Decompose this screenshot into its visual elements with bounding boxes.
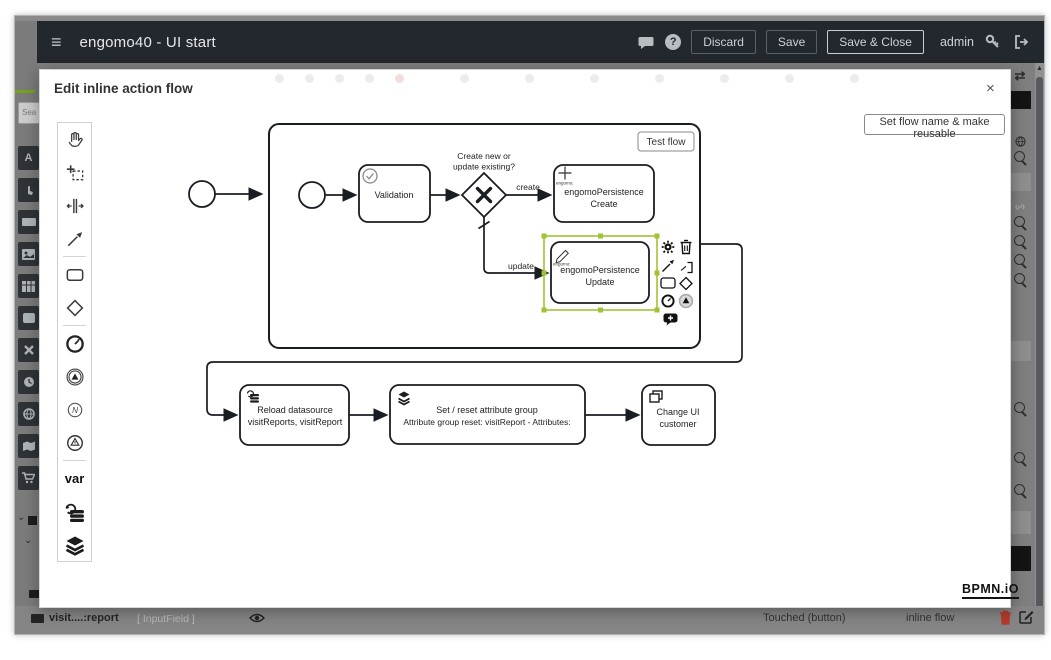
tree-chevron-icon: ⌄: [24, 535, 32, 546]
app-title: engomo40 - UI start: [80, 34, 216, 51]
selected-element-name: visit....:report: [49, 612, 119, 624]
widget-cart-icon: [18, 466, 39, 490]
widget-text-icon: A: [18, 146, 39, 170]
inputfield-type-icon: [31, 614, 44, 623]
svg-text:customer: customer: [659, 419, 696, 429]
selected-element-type: [ InputField ]: [137, 613, 195, 625]
globe-icon: [1009, 134, 1031, 152]
save-close-button[interactable]: Save & Close: [827, 30, 924, 54]
chat-icon[interactable]: [637, 33, 655, 51]
widget-web-icon: [18, 402, 39, 426]
widget-keyboard-icon: [18, 210, 39, 234]
gateway-label: Create new or: [457, 151, 511, 161]
engomo-persistence-create-task[interactable]: engomo: engomoPersistence Create: [554, 165, 654, 222]
tree-node-icon: [28, 516, 37, 525]
bottom-status-band: visit....:report [ InputField ] Touched …: [15, 606, 1044, 634]
attribute-group-task[interactable]: Set / reset attribute group Attribute gr…: [390, 385, 585, 444]
svg-text:visitReports, visitReport: visitReports, visitReport: [248, 417, 343, 427]
widget-touch-icon: [18, 178, 39, 202]
create-branch-label: create: [516, 182, 540, 192]
screenshot-stage: ≡ engomo40 - UI start ? Discard Save Sav…: [0, 0, 1051, 660]
engomo-badge: engomo:: [556, 181, 574, 186]
logout-icon[interactable]: [1012, 33, 1030, 51]
panel-block: [1009, 511, 1031, 534]
engomo-persistence-update-task[interactable]: engomo: engomoPersistence Update: [551, 242, 649, 303]
widget-button-icon: [18, 306, 39, 330]
bpmn-io-logo[interactable]: BPMN.iO: [962, 582, 1019, 599]
widget-clock-icon: [18, 370, 39, 394]
search-icon: [1014, 254, 1025, 265]
panel-block: [1009, 341, 1031, 361]
swap-arrows-icon: ⇄: [1009, 68, 1031, 84]
svg-text:Create: Create: [590, 199, 617, 209]
touched-event-label: Touched (button): [763, 612, 846, 624]
app-topbar: ≡ engomo40 - UI start ? Discard Save Sav…: [37, 21, 1044, 63]
help-icon[interactable]: ?: [665, 34, 681, 50]
svg-text:Change UI: Change UI: [656, 407, 699, 417]
widget-image-icon: [18, 242, 39, 266]
svg-text:Attribute group reset: visitRe: Attribute group reset: visitReport - Att…: [403, 417, 570, 427]
scrollbar[interactable]: ▲ ▼: [1035, 63, 1044, 634]
search-icon: [1014, 216, 1025, 227]
delete-trash-icon: [999, 610, 1012, 630]
search-icon: [1014, 402, 1025, 413]
search-icon: [1014, 452, 1025, 463]
search-icon: [1014, 151, 1025, 162]
selected-panel-block: [1010, 91, 1031, 109]
svg-text:Validation: Validation: [375, 190, 414, 200]
svg-text:Update: Update: [585, 277, 614, 287]
validation-task[interactable]: Validation: [359, 165, 430, 222]
scroll-up-icon[interactable]: ▲: [1035, 65, 1044, 72]
hamburger-menu-icon[interactable]: ≡: [51, 32, 62, 53]
widget-arrows-icon: [18, 338, 39, 362]
letter-a-glyph: A: [25, 152, 33, 164]
start-event-inner[interactable]: [299, 182, 325, 208]
active-tab-accent: [15, 90, 35, 93]
svg-text:Set / reset attribute group: Set / reset attribute group: [436, 405, 538, 415]
gateway-label: update existing?: [453, 162, 515, 172]
svg-text:engomoPersistence: engomoPersistence: [560, 265, 640, 275]
widget-table-icon: [18, 274, 39, 298]
update-branch-label: update: [508, 261, 534, 271]
test-flow-button[interactable]: Test flow: [638, 132, 694, 151]
search-icon: [1014, 273, 1025, 284]
widget-map-icon: [18, 434, 39, 458]
inline-flow-label: inline flow: [906, 612, 954, 624]
start-event[interactable]: [189, 181, 215, 207]
eye-icon: [249, 611, 265, 629]
tree-chevron-icon: ⌄: [17, 512, 25, 523]
settings-gear-icon[interactable]: [662, 241, 675, 254]
bpmn-canvas[interactable]: Test flow Validation Crea: [40, 70, 1010, 607]
app-window: ≡ engomo40 - UI start ? Discard Save Sav…: [14, 15, 1045, 635]
link-icon: [1009, 199, 1031, 217]
key-icon[interactable]: [984, 33, 1002, 51]
reload-datasource-task[interactable]: Reload datasource visitReports, visitRep…: [240, 385, 349, 445]
save-button[interactable]: Save: [766, 30, 817, 54]
append-error-event-icon[interactable]: [680, 295, 693, 308]
svg-text:engomoPersistence: engomoPersistence: [564, 187, 644, 197]
user-label[interactable]: admin: [940, 35, 974, 49]
change-ui-task[interactable]: Change UI customer: [642, 385, 715, 445]
search-icon: [1014, 484, 1025, 495]
svg-text:Test flow: Test flow: [647, 137, 687, 148]
edit-inline-action-flow-modal: Edit inline action flow × Set flow name …: [39, 69, 1011, 608]
edit-pencil-icon: [1019, 609, 1034, 629]
panel-block: [1009, 173, 1031, 191]
search-icon: [1014, 235, 1025, 246]
scrollbar-thumb[interactable]: [1036, 77, 1043, 617]
svg-text:Reload datasource: Reload datasource: [257, 405, 333, 415]
discard-button[interactable]: Discard: [691, 30, 756, 54]
panel-block-dark: [1010, 546, 1031, 571]
